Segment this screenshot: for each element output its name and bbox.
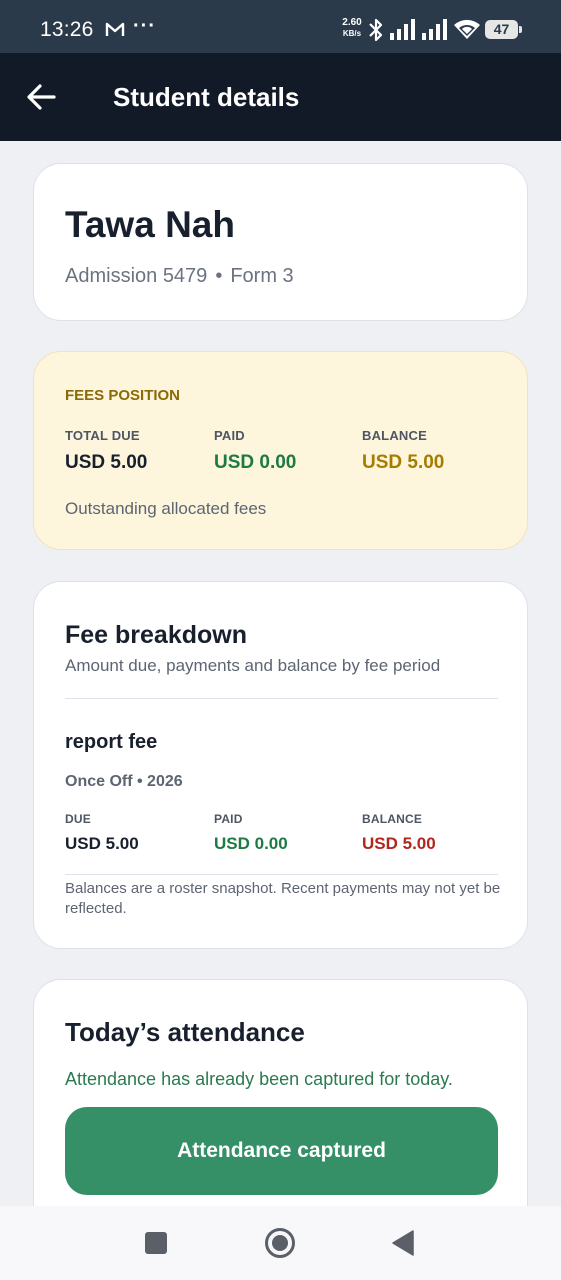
balance-value: USD 5.00	[362, 452, 445, 473]
student-name: Tawa Nah	[65, 204, 235, 245]
fee-breakdown-subtitle: Amount due, payments and balance by fee …	[65, 656, 441, 675]
app-bar: Student details	[0, 53, 561, 141]
back-nav-icon[interactable]	[392, 1230, 414, 1261]
fee-breakdown-card: Fee breakdown Amount due, payments and b…	[33, 581, 528, 949]
balance-label: BALANCE	[362, 428, 427, 443]
gmail-icon	[105, 21, 125, 42]
status-time: 13:26	[40, 18, 94, 41]
fee-item-balance-value: USD 5.00	[362, 834, 436, 853]
fee-item-balance-label: BALANCE	[362, 812, 423, 826]
fee-breakdown-title: Fee breakdown	[65, 621, 247, 649]
fee-item-due-label: DUE	[65, 812, 91, 826]
total-due-label: TOTAL DUE	[65, 428, 140, 443]
system-nav-bar	[0, 1206, 561, 1280]
fee-item-paid-value: USD 0.00	[214, 834, 288, 853]
home-icon[interactable]	[264, 1227, 296, 1264]
fee-item-due-value: USD 5.00	[65, 834, 139, 853]
more-notifications-icon: ···	[133, 15, 156, 37]
bluetooth-icon	[366, 17, 386, 48]
fee-item-name: report fee	[65, 731, 158, 753]
signal-icon	[421, 19, 447, 46]
student-form: Form 3	[230, 265, 294, 287]
fee-item-period: Once Off • 2026	[65, 773, 183, 790]
total-due-value: USD 5.00	[65, 452, 148, 473]
fee-breakdown-note: Balances are a roster snapshot. Recent p…	[65, 880, 501, 917]
fees-position-card: FEES POSITION TOTAL DUE USD 5.00 PAID US…	[33, 351, 528, 550]
divider	[65, 698, 498, 699]
admission-number: Admission 5479	[65, 265, 208, 287]
meta-separator: •	[215, 265, 223, 287]
recent-apps-icon[interactable]	[145, 1232, 167, 1259]
divider	[65, 874, 498, 875]
fees-note: Outstanding allocated fees	[65, 499, 267, 518]
student-card: Tawa Nah Admission 5479 • Form 3	[33, 163, 528, 321]
arrow-left-icon[interactable]	[26, 83, 58, 111]
paid-label: PAID	[214, 428, 245, 443]
fees-position-heading: FEES POSITION	[65, 387, 181, 404]
attendance-captured-button[interactable]: Attendance captured	[65, 1107, 498, 1195]
status-bar: 13:26 ··· 2.60 KB/s 47	[0, 0, 561, 53]
page-title: Student details	[113, 82, 300, 112]
network-speed-value: 2.60	[342, 17, 362, 28]
attendance-title: Today’s attendance	[65, 1017, 305, 1047]
fee-item-paid-label: PAID	[214, 812, 243, 826]
student-meta: Admission 5479 • Form 3	[65, 265, 294, 288]
network-speed: 2.60 KB/s	[339, 17, 365, 39]
network-speed-unit: KB/s	[342, 29, 362, 38]
attendance-message: Attendance has already been captured for…	[65, 1069, 453, 1089]
signal-icon	[389, 19, 415, 46]
wifi-icon	[453, 19, 481, 46]
battery-icon: 47	[485, 20, 522, 39]
paid-value: USD 0.00	[214, 452, 297, 473]
